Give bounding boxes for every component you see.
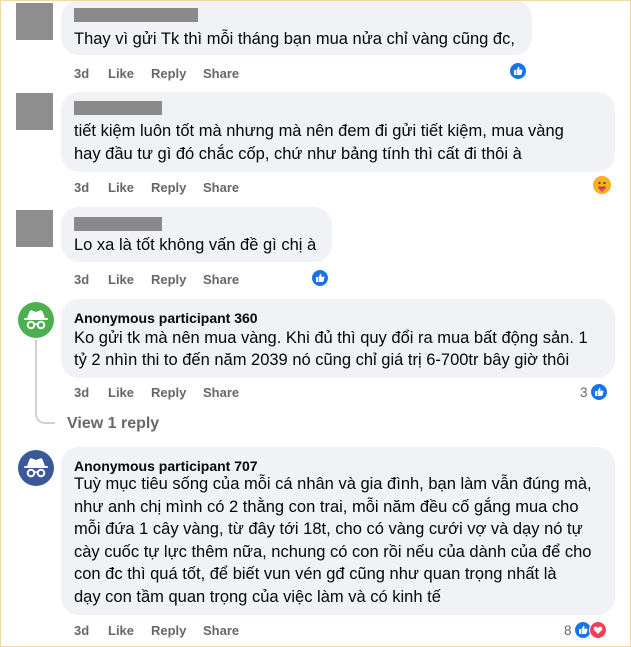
avatar[interactable] xyxy=(16,3,53,40)
like-icon xyxy=(509,62,527,80)
like-icon xyxy=(589,383,608,401)
comment-text-line: Tuỳ mục tiêu sống của mỗi cá nhân và gia… xyxy=(74,475,592,493)
comment-text-line: như anh chị mình có 2 thằng con trai, mỗ… xyxy=(74,498,579,516)
reply-button[interactable]: Reply xyxy=(151,385,186,400)
reactions[interactable]: 8 xyxy=(564,621,607,639)
author-name-redacted[interactable] xyxy=(74,8,198,22)
comment-text-line: tiết kiệm luôn tốt mà nhưng mà nên đem đ… xyxy=(74,122,564,140)
like-button[interactable]: Like xyxy=(108,623,134,638)
reply-button[interactable]: Reply xyxy=(151,180,186,195)
comment-text-line: mỗi đứa 1 cây vàng, từ đây tới 18t, cho … xyxy=(74,520,583,538)
like-button[interactable]: Like xyxy=(108,385,134,400)
comment-bubble: Thay vì gửi Tk thì mỗi tháng bạn mua nửa… xyxy=(61,0,532,55)
share-button[interactable]: Share xyxy=(203,180,239,195)
incognito-icon xyxy=(24,310,48,330)
view-replies-link[interactable]: View 1 reply xyxy=(67,415,159,433)
incognito-icon xyxy=(24,458,48,478)
comment-text-line: Thay vì gửi Tk thì mỗi tháng bạn mua nửa… xyxy=(74,30,515,48)
reaction-count: 3 xyxy=(580,384,588,400)
reply-button[interactable]: Reply xyxy=(151,66,186,81)
share-button[interactable]: Share xyxy=(203,66,239,81)
timestamp[interactable]: 3d xyxy=(74,623,89,638)
reactions[interactable]: 3 xyxy=(580,383,608,401)
timestamp[interactable]: 3d xyxy=(74,66,89,81)
anonymous-avatar[interactable] xyxy=(18,302,54,338)
reply-button[interactable]: Reply xyxy=(151,623,186,638)
comment-text-line: tỷ 2 nhìn thi to đến năm 2039 nó cũng ch… xyxy=(74,351,570,369)
care-icon xyxy=(592,175,612,195)
share-button[interactable]: Share xyxy=(203,623,239,638)
share-button[interactable]: Share xyxy=(203,272,239,287)
timestamp[interactable]: 3d xyxy=(74,385,89,400)
reactions[interactable] xyxy=(311,269,329,287)
comment-bubble: Anonymous participant 360 Ko gửi tk mà n… xyxy=(61,299,615,378)
comment-text-line: Ko gửi tk mà nên mua vàng. Khi đủ thì qu… xyxy=(74,329,588,347)
share-button[interactable]: Share xyxy=(203,385,239,400)
author-name[interactable]: Anonymous participant 360 xyxy=(74,310,258,326)
like-button[interactable]: Like xyxy=(108,180,134,195)
anonymous-avatar[interactable] xyxy=(18,450,54,486)
comment-text-line: Lo xa là tốt không vấn đề gì chị à xyxy=(74,236,317,254)
comment-text-line: con đc thì quá tốt, để biết vun vén gđ c… xyxy=(74,565,557,583)
comment-text-line: dạy con tầm quan trọng của việc làm và c… xyxy=(74,588,441,606)
love-icon xyxy=(588,621,607,639)
author-name-redacted[interactable] xyxy=(74,101,162,115)
reactions[interactable] xyxy=(592,175,612,195)
comment-text-line: hay đầu tư gì đó chắc cốp, chứ như bảng … xyxy=(74,145,522,163)
reactions[interactable] xyxy=(509,62,527,80)
reaction-count: 8 xyxy=(564,622,572,638)
timestamp[interactable]: 3d xyxy=(74,272,89,287)
avatar[interactable] xyxy=(16,210,53,247)
reply-thread-curve xyxy=(35,410,55,424)
comment-bubble: Anonymous participant 707 Tuỳ mục tiêu s… xyxy=(61,447,615,615)
reply-button[interactable]: Reply xyxy=(151,272,186,287)
reply-thread-line xyxy=(35,340,37,412)
comment-bubble: tiết kiệm luôn tốt mà nhưng mà nên đem đ… xyxy=(61,92,615,172)
like-button[interactable]: Like xyxy=(108,272,134,287)
author-name[interactable]: Anonymous participant 707 xyxy=(74,458,258,474)
comment-bubble: Lo xa là tốt không vấn đề gì chị à xyxy=(61,207,332,262)
like-button[interactable]: Like xyxy=(108,66,134,81)
like-icon xyxy=(311,269,329,287)
author-name-redacted[interactable] xyxy=(74,217,162,231)
avatar[interactable] xyxy=(16,93,53,130)
comment-text-line: cày cuốc tự lực thêm nữa, nchung có con … xyxy=(74,543,592,561)
timestamp[interactable]: 3d xyxy=(74,180,89,195)
